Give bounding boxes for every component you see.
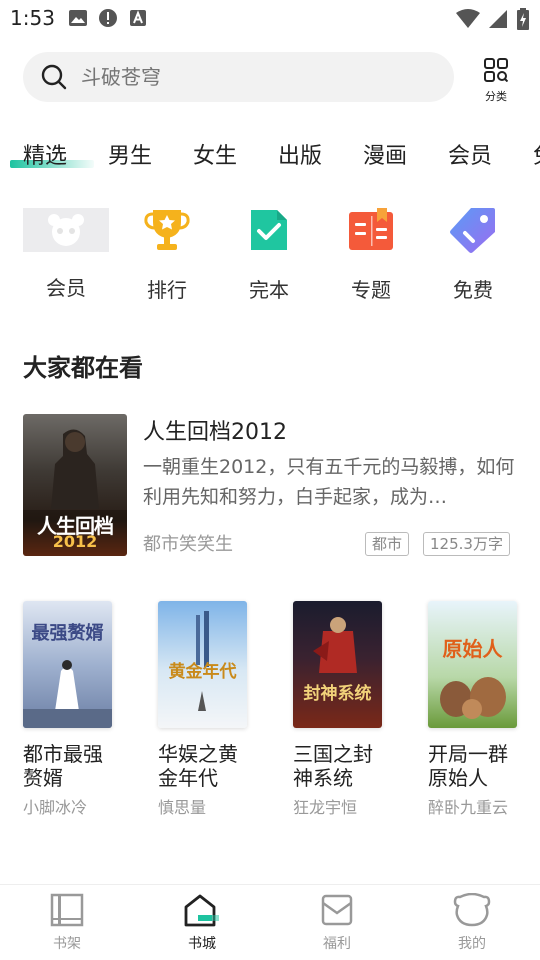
book-cover-text: 封神系统 [303,684,372,704]
nav-label: 福利 [323,936,351,952]
tab-male[interactable]: 男生 [108,138,152,170]
book-author: 小脚冰冷 [23,798,88,817]
book-cover[interactable]: 最强赘婿 [23,601,112,728]
status-time: 1:53 [10,6,55,30]
quick-label-topics: 专题 [351,278,391,302]
featured-book-author: 都市笑笑生 [143,534,233,555]
book-grid: 最强赘婿 都市最强赘婿 小脚冰冷 黄金年代 华娱之黄金年代 慎思量 封神系统 三… [0,601,540,831]
featured-cover-year: 2012 [52,532,98,551]
quick-label-ranking: 排行 [147,278,187,302]
nav-label: 书城 [188,936,216,952]
book-card[interactable]: 最强赘婿 都市最强赘婿 小脚冰冷 [23,601,123,818]
nav-rewards[interactable]: 福利 [297,893,377,953]
section-title: 大家都在看 [23,354,143,382]
tab-featured[interactable]: 精选 [23,138,67,170]
tab-free-partial[interactable]: 免 [533,138,540,170]
image-icon [68,8,88,32]
featured-book-cover[interactable]: 人生回档 2012 [23,414,127,556]
book-title[interactable]: 三国之封神系统 [293,742,389,790]
featured-book-description: 一朝重生2012，只有五千元的马毅搏，如何利用先知和努力，白手起家，成为… [143,456,515,508]
quick-entry-vip[interactable]: 会员 [21,206,111,301]
quick-label-vip: 会员 [46,276,86,300]
tab-female[interactable]: 女生 [193,138,237,170]
panda-avatar-icon [23,208,109,252]
genre-tag: 都市 [365,532,410,556]
nav-bookshelf[interactable]: 书架 [27,893,107,953]
book-card[interactable]: 封神系统 三国之封神系统 狂龙宇恒 [293,601,393,818]
free-tag-icon [449,206,497,254]
text-a-icon [128,8,148,32]
signal-icon [488,9,508,33]
quick-entry-topics[interactable]: 专题 [326,206,416,303]
battery-charging-icon [516,8,530,34]
category-label: 分类 [485,90,507,103]
gift-envelope-icon [319,894,355,931]
quick-entry-completed[interactable]: 完本 [224,206,314,303]
quick-entry-ranking[interactable]: 排行 [122,206,212,303]
book-card[interactable]: 黄金年代 华娱之黄金年代 慎思量 [158,601,258,818]
book-title[interactable]: 华娱之黄金年代 [158,742,254,790]
word-count-tag: 125.3万字 [423,532,510,556]
book-card[interactable]: 原始人 开局一群原始人 醉卧九重云 [428,601,528,818]
document-check-icon [245,206,293,254]
bookstore-home-icon [182,894,222,931]
book-cover[interactable]: 黄金年代 [158,601,247,728]
tab-comics[interactable]: 漫画 [363,138,407,170]
search-input[interactable] [81,52,441,102]
featured-book[interactable]: 人生回档 2012 人生回档2012 一朝重生2012，只有五千元的马毅搏，如何… [23,414,517,556]
tab-vip[interactable]: 会员 [448,138,492,170]
search-box[interactable] [23,52,454,102]
quick-entries: 会员 排行 完本 专题 免费 [0,206,540,306]
nav-profile[interactable]: 我的 [432,892,512,953]
featured-book-title[interactable]: 人生回档2012 [143,414,287,446]
book-cover[interactable]: 原始人 [428,601,517,728]
search-icon [41,64,67,94]
book-author: 慎思量 [158,798,207,817]
search-row: 分类 [0,52,540,104]
bear-profile-icon [452,892,492,931]
trophy-icon [143,206,191,254]
book-author: 醉卧九重云 [428,798,509,817]
alert-icon [98,8,118,32]
nav-label: 我的 [458,936,486,952]
channel-tabs: 精选 男生 女生 出版 漫画 会员 免 [0,138,540,178]
bottom-nav: 书架 书城 福利 我的 [0,884,540,960]
book-title[interactable]: 都市最强赘婿 [23,742,119,790]
grid-category-icon [484,58,509,86]
book-cover[interactable]: 封神系统 [293,601,382,728]
open-book-icon [347,206,395,254]
tab-publishing[interactable]: 出版 [278,138,322,170]
quick-entry-free[interactable]: 免费 [428,206,518,303]
book-title[interactable]: 开局一群原始人 [428,742,524,790]
wifi-icon [456,9,480,33]
nav-label: 书架 [53,936,81,952]
book-cover-text: 黄金年代 [168,662,237,682]
book-author: 狂龙宇恒 [293,798,358,817]
category-button[interactable]: 分类 [472,54,520,104]
book-cover-text: 原始人 [442,637,503,661]
status-bar: 1:53 [0,0,540,36]
quick-label-free: 免费 [453,278,493,302]
bookshelf-icon [49,893,85,931]
quick-label-completed: 完本 [249,278,289,302]
nav-bookstore[interactable]: 书城 [162,893,242,953]
